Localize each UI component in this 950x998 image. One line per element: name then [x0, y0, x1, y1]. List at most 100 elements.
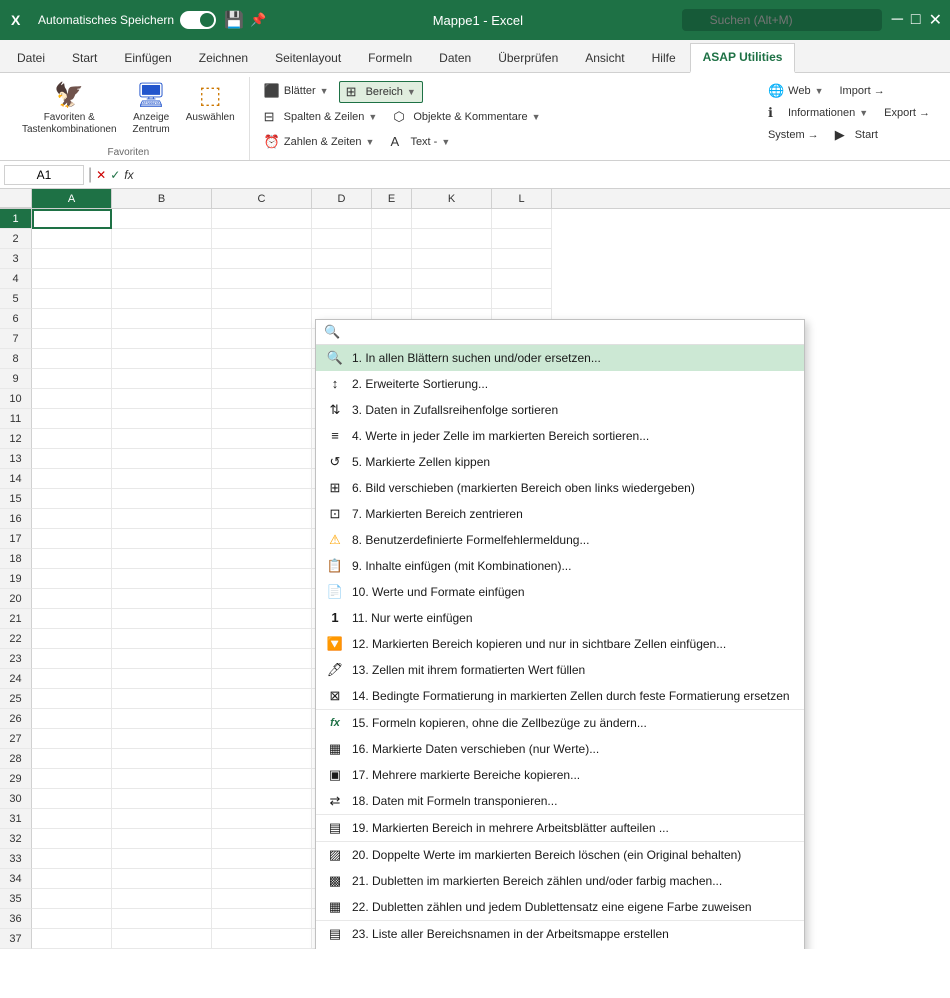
cell[interactable]	[492, 209, 552, 229]
cell[interactable]	[212, 829, 312, 849]
cell[interactable]	[112, 549, 212, 569]
cell[interactable]	[212, 909, 312, 929]
cell[interactable]	[32, 889, 112, 909]
row-num-14[interactable]: 14	[0, 469, 32, 489]
cell[interactable]	[112, 669, 212, 689]
cell[interactable]	[112, 209, 212, 229]
cell[interactable]	[112, 509, 212, 529]
cell[interactable]	[112, 349, 212, 369]
btn-informationen[interactable]: ℹ Informationen ▼	[762, 103, 874, 123]
dropdown-item[interactable]: ▣24. Bereichsnamen in markierten Formeln…	[316, 947, 804, 949]
cell[interactable]	[112, 849, 212, 869]
cell[interactable]	[112, 429, 212, 449]
row-num-36[interactable]: 36	[0, 909, 32, 929]
cell[interactable]	[212, 889, 312, 909]
cell[interactable]	[32, 409, 112, 429]
formula-fx-icon[interactable]: fx	[124, 168, 133, 182]
dropdown-item[interactable]: 📄10. Werte und Formate einfügen	[316, 579, 804, 605]
cell[interactable]	[32, 249, 112, 269]
cell[interactable]	[212, 569, 312, 589]
cell[interactable]	[212, 329, 312, 349]
cell[interactable]	[112, 489, 212, 509]
cell[interactable]	[112, 249, 212, 269]
col-header-a[interactable]: A	[32, 189, 112, 208]
cell[interactable]	[212, 269, 312, 289]
cell[interactable]	[212, 409, 312, 429]
cell[interactable]	[412, 289, 492, 309]
dropdown-item[interactable]: 🖊13. Zellen mit ihrem formatierten Wert …	[316, 657, 804, 683]
btn-bereich[interactable]: ⊞ Bereich ▼	[339, 81, 423, 103]
cell[interactable]	[112, 789, 212, 809]
dropdown-item[interactable]: ▤19. Markierten Bereich in mehrere Arbei…	[316, 815, 804, 841]
cell[interactable]	[212, 309, 312, 329]
row-num-3[interactable]: 3	[0, 249, 32, 269]
cell[interactable]	[32, 569, 112, 589]
btn-spalten-zeilen[interactable]: ⊟ Spalten & Zeilen ▼	[258, 107, 384, 127]
cell[interactable]	[32, 469, 112, 489]
row-num-13[interactable]: 13	[0, 449, 32, 469]
cell[interactable]	[212, 649, 312, 669]
cell[interactable]	[112, 309, 212, 329]
cell[interactable]	[212, 349, 312, 369]
cell[interactable]	[32, 369, 112, 389]
col-header-b[interactable]: B	[112, 189, 212, 208]
cell[interactable]	[112, 929, 212, 949]
btn-auswaehlen[interactable]: ⬚ Auswählen	[180, 77, 241, 128]
cell[interactable]	[32, 489, 112, 509]
row-num-28[interactable]: 28	[0, 749, 32, 769]
tab-einfuegen[interactable]: Einfügen	[111, 44, 184, 72]
dropdown-item[interactable]: ▤23. Liste aller Bereichsnamen in der Ar…	[316, 921, 804, 947]
cell[interactable]	[32, 329, 112, 349]
cell[interactable]	[32, 549, 112, 569]
cell[interactable]	[112, 389, 212, 409]
formula-x-icon[interactable]: ✕	[96, 168, 106, 182]
cell[interactable]	[112, 269, 212, 289]
cell[interactable]	[212, 509, 312, 529]
row-num-2[interactable]: 2	[0, 229, 32, 249]
cell[interactable]	[212, 449, 312, 469]
row-num-37[interactable]: 37	[0, 929, 32, 949]
cell[interactable]	[112, 449, 212, 469]
dropdown-item[interactable]: fx15. Formeln kopieren, ohne die Zellbez…	[316, 710, 804, 736]
cell[interactable]	[212, 929, 312, 949]
cell[interactable]	[372, 229, 412, 249]
btn-blaetter[interactable]: ⬛ Blätter ▼	[258, 81, 335, 101]
cell[interactable]	[32, 509, 112, 529]
cell[interactable]	[312, 249, 372, 269]
pin-icon[interactable]: 📌	[250, 12, 266, 28]
cell[interactable]	[112, 329, 212, 349]
row-num-34[interactable]: 34	[0, 869, 32, 889]
cell[interactable]	[212, 749, 312, 769]
cell[interactable]	[32, 749, 112, 769]
dropdown-item[interactable]: ≡4. Werte in jeder Zelle im markierten B…	[316, 423, 804, 449]
col-header-l[interactable]: L	[492, 189, 552, 208]
cell[interactable]	[312, 209, 372, 229]
cell[interactable]	[32, 209, 112, 229]
cell[interactable]	[212, 529, 312, 549]
row-num-10[interactable]: 10	[0, 389, 32, 409]
cell[interactable]	[212, 589, 312, 609]
cell[interactable]	[212, 869, 312, 889]
dropdown-item[interactable]: ⚠8. Benutzerdefinierte Formelfehlermeldu…	[316, 527, 804, 553]
cell[interactable]	[32, 909, 112, 929]
btn-web[interactable]: 🌐 Web ▼	[762, 81, 830, 101]
btn-system[interactable]: System →	[762, 125, 825, 145]
row-num-12[interactable]: 12	[0, 429, 32, 449]
dropdown-item[interactable]: 111. Nur werte einfügen	[316, 605, 804, 631]
row-num-21[interactable]: 21	[0, 609, 32, 629]
cell[interactable]	[112, 289, 212, 309]
cell[interactable]	[212, 209, 312, 229]
cell[interactable]	[212, 469, 312, 489]
cell[interactable]	[372, 289, 412, 309]
row-num-6[interactable]: 6	[0, 309, 32, 329]
cell[interactable]	[212, 249, 312, 269]
cell[interactable]	[112, 829, 212, 849]
cell-ref-input[interactable]	[4, 165, 84, 185]
row-num-1[interactable]: 1	[0, 209, 32, 229]
cell[interactable]	[112, 769, 212, 789]
cell[interactable]	[32, 869, 112, 889]
cell[interactable]	[492, 249, 552, 269]
cell[interactable]	[212, 549, 312, 569]
cell[interactable]	[492, 289, 552, 309]
cell[interactable]	[32, 709, 112, 729]
